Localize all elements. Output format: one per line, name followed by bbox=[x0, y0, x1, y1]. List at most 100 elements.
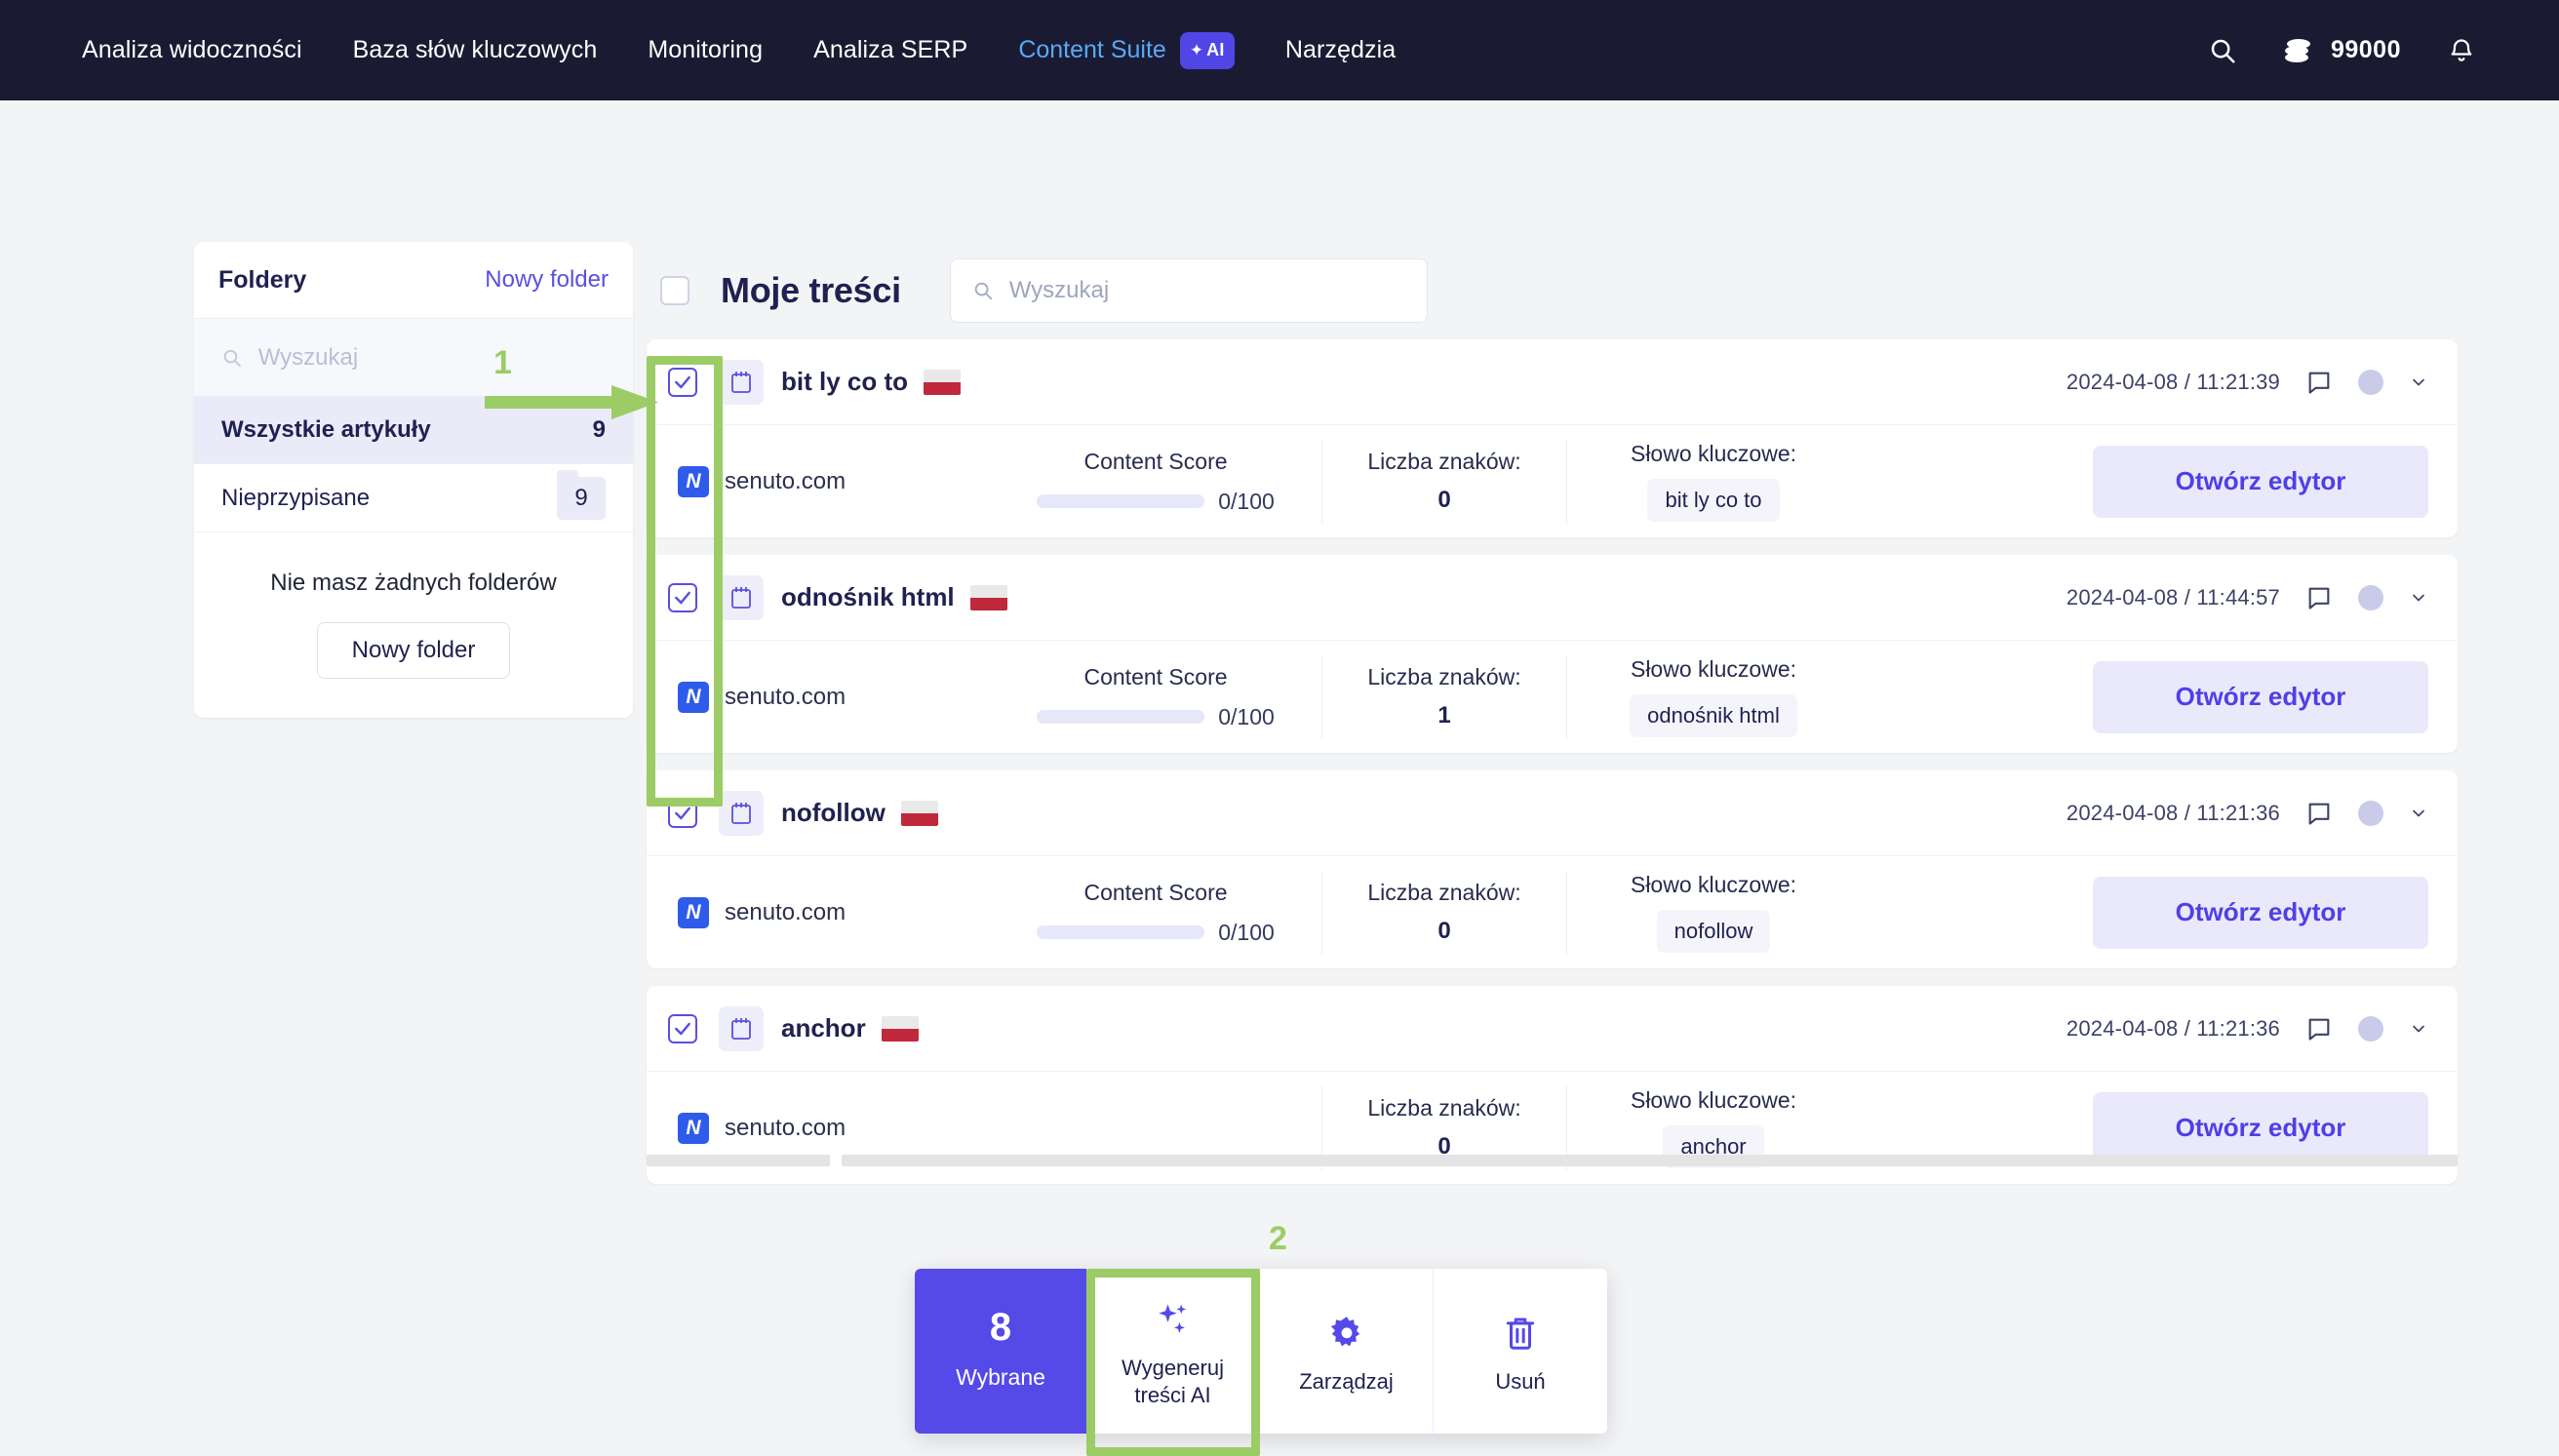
nav-link-analiza-widocznosci[interactable]: Analiza widoczności bbox=[57, 36, 328, 64]
content-score-label: Content Score bbox=[1083, 879, 1228, 905]
keyword-badge: odnośnik html bbox=[1630, 694, 1797, 737]
content-score-bar-row: 0/100 bbox=[990, 704, 1321, 730]
content-card-checkbox[interactable] bbox=[668, 798, 697, 828]
content-score-label: Content Score bbox=[1083, 663, 1228, 689]
pl-flag-icon bbox=[924, 369, 961, 395]
content-card-timestamp: 2024-04-08 / 11:44:57 bbox=[2066, 584, 2280, 610]
content-card-title[interactable]: odnośnik html bbox=[781, 582, 955, 612]
notifications-button[interactable] bbox=[2422, 35, 2500, 66]
content-score-bar-row: 0/100 bbox=[990, 920, 1321, 946]
sparkles-icon bbox=[1152, 1294, 1195, 1347]
comment-icon[interactable] bbox=[2305, 369, 2333, 396]
global-search-button[interactable] bbox=[2183, 36, 2263, 65]
content-score-bar bbox=[1037, 494, 1205, 508]
content-card-title[interactable]: bit ly co to bbox=[781, 367, 908, 397]
chevron-down-icon[interactable] bbox=[2409, 373, 2428, 392]
content-card: odnośnik html 2024-04-08 / 11:44:57 N se… bbox=[647, 555, 2458, 753]
top-navigation-bar: Analiza widoczności Baza słów kluczowych… bbox=[0, 0, 2559, 100]
keyword-metric: Słowo kluczowe: nofollow bbox=[1567, 872, 1860, 953]
sidebar-item-wszystkie-artykuly[interactable]: Wszystkie artykuły 9 bbox=[194, 396, 633, 464]
char-count-label: Liczba znaków: bbox=[1367, 664, 1521, 689]
nav-links: Analiza widoczności Baza słów kluczowych… bbox=[57, 31, 1421, 69]
content-card-site-name: senuto.com bbox=[725, 467, 846, 494]
content-score-value: 0/100 bbox=[1218, 919, 1275, 945]
sidebar-search-input[interactable] bbox=[257, 343, 606, 372]
avatar bbox=[2358, 800, 2383, 826]
content-score-metric: Content Score 0/100 bbox=[990, 664, 1321, 730]
annotation-number-2: 2 bbox=[1269, 1220, 1287, 1257]
char-count-label: Liczba znaków: bbox=[1367, 880, 1521, 905]
horizontal-scrollbar[interactable] bbox=[647, 1155, 2458, 1166]
content-card: bit ly co to 2024-04-08 / 11:21:39 N sen… bbox=[647, 339, 2458, 537]
delete-button[interactable]: Usuń bbox=[1434, 1269, 1607, 1434]
content-card-body: N senuto.com Content Score 0/100 Liczba … bbox=[647, 856, 2458, 968]
sidebar-header: Foldery Nowy folder bbox=[194, 242, 633, 318]
senuto-logo-icon: N bbox=[678, 896, 709, 928]
content-card-body: N senuto.com Content Score 0/100 Liczba … bbox=[647, 641, 2458, 753]
content-score-value: 0/100 bbox=[1218, 703, 1275, 729]
content-score-metric bbox=[990, 1122, 1321, 1135]
chevron-down-icon[interactable] bbox=[2409, 804, 2428, 823]
coins-icon bbox=[2284, 38, 2310, 62]
manage-button[interactable]: Zarządzaj bbox=[1260, 1269, 1434, 1434]
main-content: Moje treści bit ly co bbox=[647, 242, 2458, 1201]
scrollbar-segment[interactable] bbox=[647, 1155, 830, 1166]
scrollbar-thumb[interactable] bbox=[842, 1155, 2458, 1166]
nav-link-content-suite[interactable]: Content Suite ✦ AI bbox=[993, 31, 1260, 69]
pl-flag-icon bbox=[900, 800, 938, 826]
content-card-body: N senuto.com Liczba znaków: 0 Słowo kluc… bbox=[647, 1072, 2458, 1184]
content-score-value: 0/100 bbox=[1218, 488, 1275, 514]
select-all-checkbox[interactable] bbox=[660, 276, 689, 305]
char-count-value: 0 bbox=[1437, 487, 1451, 513]
nav-link-baza-slow-kluczowych[interactable]: Baza słów kluczowych bbox=[328, 36, 623, 64]
content-score-label: Content Score bbox=[1083, 448, 1228, 474]
open-editor-button[interactable]: Otwórz edytor bbox=[2093, 660, 2428, 733]
content-card-timestamp: 2024-04-08 / 11:21:36 bbox=[2066, 1015, 2280, 1041]
nav-link-narzedzia[interactable]: Narzędzia bbox=[1260, 36, 1421, 64]
open-editor-button[interactable]: Otwórz edytor bbox=[2093, 445, 2428, 518]
sidebar-title: Foldery bbox=[218, 265, 307, 294]
senuto-logo-icon: N bbox=[678, 465, 709, 497]
credits-indicator[interactable]: 99000 bbox=[2263, 36, 2422, 64]
content-card-title[interactable]: nofollow bbox=[781, 798, 886, 828]
avatar bbox=[2358, 369, 2383, 395]
sidebar-search[interactable] bbox=[194, 318, 633, 396]
search-icon bbox=[2211, 39, 2235, 62]
char-count-metric: Liczba znaków: 0 bbox=[1322, 880, 1566, 945]
avatar bbox=[2358, 584, 2383, 610]
char-count-metric: Liczba znaków: 1 bbox=[1322, 664, 1566, 729]
open-editor-button[interactable]: Otwórz edytor bbox=[2093, 1091, 2428, 1164]
nav-link-monitoring[interactable]: Monitoring bbox=[622, 36, 788, 64]
comment-icon[interactable] bbox=[2305, 584, 2333, 611]
sidebar-item-label: Wszystkie artykuły bbox=[221, 415, 431, 443]
page-title: Moje treści bbox=[721, 270, 901, 310]
generate-ai-content-label: Wygeneruj treści AI bbox=[1122, 1356, 1224, 1407]
content-score-bar bbox=[1037, 925, 1205, 939]
keyword-badge: nofollow bbox=[1656, 910, 1771, 953]
content-search[interactable] bbox=[949, 258, 1428, 323]
chevron-down-icon[interactable] bbox=[2409, 1019, 2428, 1039]
content-card-checkbox[interactable] bbox=[668, 582, 697, 612]
comment-icon[interactable] bbox=[2305, 800, 2333, 827]
content-card-meta: 2024-04-08 / 11:21:39 bbox=[2067, 369, 2428, 396]
chevron-down-icon[interactable] bbox=[2409, 588, 2428, 608]
comment-icon[interactable] bbox=[2305, 1015, 2333, 1043]
credits-amount: 99000 bbox=[2330, 36, 2401, 63]
selected-count-label: Wybrane bbox=[956, 1364, 1045, 1390]
content-card-checkbox[interactable] bbox=[668, 367, 697, 397]
new-folder-button[interactable]: Nowy folder bbox=[317, 622, 510, 679]
open-editor-button[interactable]: Otwórz edytor bbox=[2093, 876, 2428, 949]
new-folder-link[interactable]: Nowy folder bbox=[485, 266, 609, 294]
search-icon bbox=[223, 349, 241, 367]
content-card-checkbox[interactable] bbox=[668, 1013, 697, 1043]
content-card-timestamp: 2024-04-08 / 11:21:36 bbox=[2066, 800, 2280, 825]
nav-right-group: 99000 bbox=[2183, 35, 2500, 66]
generate-ai-content-button[interactable]: Wygeneruj treści AI bbox=[1086, 1269, 1260, 1434]
char-count-metric: Liczba znaków: 0 bbox=[1322, 1095, 1566, 1161]
senuto-logo-icon: N bbox=[678, 1112, 709, 1144]
content-search-input[interactable] bbox=[1008, 277, 1405, 304]
nav-link-analiza-serp[interactable]: Analiza SERP bbox=[788, 36, 993, 64]
sidebar-item-nieprzypisane[interactable]: Nieprzypisane 9 bbox=[194, 464, 633, 532]
char-count-label: Liczba znaków: bbox=[1367, 1095, 1521, 1121]
content-card-title[interactable]: anchor bbox=[781, 1013, 866, 1043]
